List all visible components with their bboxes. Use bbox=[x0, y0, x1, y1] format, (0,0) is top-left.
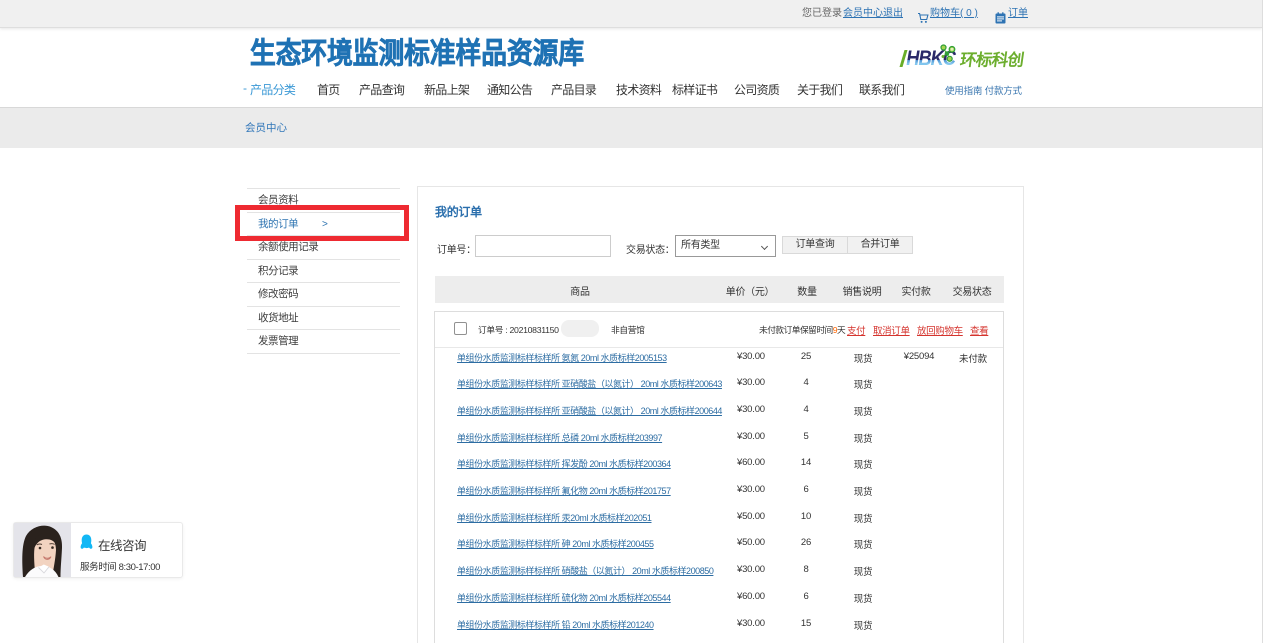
svg-text:环标科创: 环标科创 bbox=[959, 50, 1026, 70]
